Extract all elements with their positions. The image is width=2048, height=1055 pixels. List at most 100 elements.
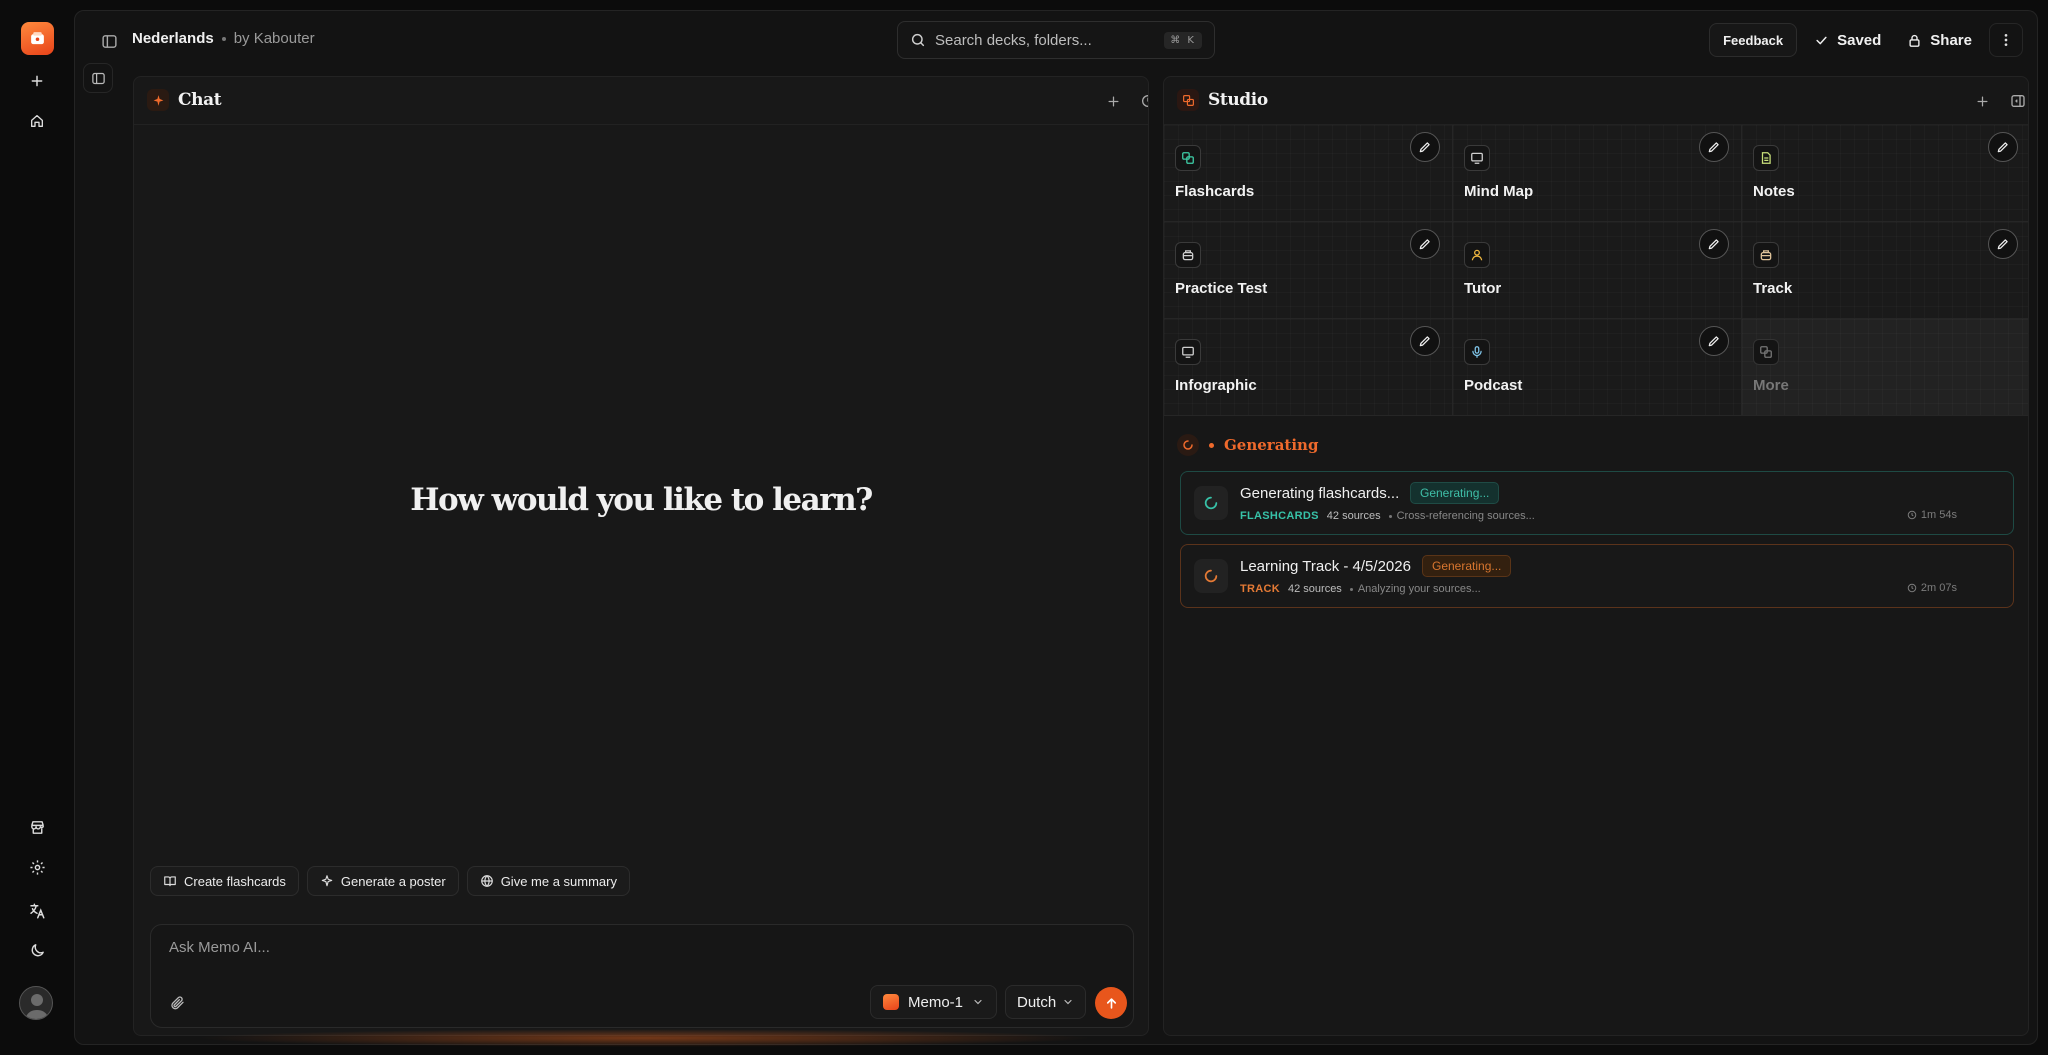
store-icon[interactable] <box>21 811 53 843</box>
chevron-down-icon <box>972 996 984 1008</box>
pencil-icon[interactable] <box>1410 229 1440 259</box>
avatar[interactable] <box>19 986 53 1020</box>
job-note: Analyzing your sources... <box>1350 583 1481 595</box>
tool-notes[interactable]: Notes <box>1742 125 2028 222</box>
document-title[interactable]: Nederlands <box>132 30 214 47</box>
tool-more[interactable]: More <box>1742 319 2028 416</box>
top-bar: Nederlands by Kabouter ⌘ K Feedback Save… <box>75 11 2037 69</box>
globe-icon <box>480 874 494 888</box>
studio-tools-grid: Flashcards Mind Map Notes Practice Test … <box>1164 125 2028 416</box>
pencil-icon[interactable] <box>1410 132 1440 162</box>
studio-title: Studio <box>1208 90 1268 110</box>
search-bar[interactable]: ⌘ K <box>897 21 1215 59</box>
arrow-up-icon <box>1104 996 1119 1011</box>
tool-tutor[interactable]: Tutor <box>1453 222 1742 319</box>
pencil-icon[interactable] <box>1699 229 1729 259</box>
pencil-icon[interactable] <box>1699 132 1729 162</box>
search-icon <box>910 32 926 48</box>
search-input[interactable] <box>935 31 1156 49</box>
tool-label: Podcast <box>1464 377 1523 394</box>
tool-infographic[interactable]: Infographic <box>1164 319 1453 416</box>
tool-mind-map[interactable]: Mind Map <box>1453 125 1742 222</box>
cards-icon <box>1753 339 1779 365</box>
breadcrumb-separator <box>221 36 226 41</box>
moon-icon[interactable] <box>21 934 53 966</box>
chat-title: Chat <box>178 90 222 110</box>
notes-icon <box>1753 145 1779 171</box>
send-button[interactable] <box>1095 987 1127 1019</box>
clock-icon <box>1907 583 1917 593</box>
studio-header: Studio <box>1164 77 2028 125</box>
breadcrumb: Nederlands by Kabouter <box>132 30 315 47</box>
chat-input[interactable] <box>169 939 1069 965</box>
share-button[interactable]: Share <box>1898 23 1981 57</box>
studio-plus-icon[interactable] <box>1971 90 1993 112</box>
gear-icon[interactable] <box>21 851 53 883</box>
model-name: Memo-1 <box>908 993 964 1011</box>
monitor-icon <box>1175 339 1201 365</box>
sparkle-icon <box>320 874 334 888</box>
job-card[interactable]: Learning Track - 4/5/2026 Generating... … <box>1180 544 2014 608</box>
tool-flashcards[interactable]: Flashcards <box>1164 125 1453 222</box>
collapse-panel-icon[interactable] <box>2007 90 2028 112</box>
suggestion-create-flashcards[interactable]: Create flashcards <box>150 866 299 896</box>
saved-indicator[interactable]: Saved <box>1805 23 1890 57</box>
job-elapsed-value: 1m 54s <box>1920 509 1957 521</box>
track-icon <box>1753 242 1779 268</box>
test-icon <box>1175 242 1201 268</box>
home-icon[interactable] <box>21 105 53 137</box>
tool-practice-test[interactable]: Practice Test <box>1164 222 1453 319</box>
more-options-icon[interactable] <box>1989 23 2023 57</box>
pencil-icon[interactable] <box>1988 132 2018 162</box>
job-elapsed: 2m 07s <box>1907 582 1957 594</box>
tool-label: More <box>1753 377 1789 394</box>
language-selector[interactable]: Dutch <box>1005 985 1087 1019</box>
lock-icon <box>1907 33 1922 48</box>
person-icon <box>1464 242 1490 268</box>
tool-podcast[interactable]: Podcast <box>1453 319 1742 416</box>
history-clock-icon[interactable] <box>1137 90 1148 112</box>
translate-icon[interactable] <box>21 895 53 927</box>
new-plus-icon[interactable] <box>21 65 53 97</box>
tool-label: Flashcards <box>1175 183 1255 200</box>
model-selector[interactable]: Memo-1 <box>870 985 998 1019</box>
generating-label: Generating <box>1224 436 1319 454</box>
chat-composer: Memo-1 Dutch <box>150 924 1134 1028</box>
cards-icon <box>1175 145 1201 171</box>
tool-label: Track <box>1753 280 1793 297</box>
status-dot <box>1209 442 1214 448</box>
new-chat-plus-icon[interactable] <box>1102 90 1124 112</box>
main-frame: Nederlands by Kabouter ⌘ K Feedback Save… <box>74 10 2038 1047</box>
status-badge: Generating... <box>1410 482 1500 504</box>
pencil-icon[interactable] <box>1699 326 1729 356</box>
pencil-icon[interactable] <box>1410 326 1440 356</box>
job-title: Learning Track - 4/5/2026 <box>1240 558 1411 575</box>
tool-label: Mind Map <box>1464 183 1534 200</box>
suggestion-summary[interactable]: Give me a summary <box>466 866 630 896</box>
job-title: Generating flashcards... <box>1240 485 1400 502</box>
document-author: by Kabouter <box>233 30 315 47</box>
panel-toggle-icon[interactable] <box>83 63 113 93</box>
tool-label: Tutor <box>1464 280 1502 297</box>
paperclip-icon[interactable] <box>165 991 189 1015</box>
feedback-button[interactable]: Feedback <box>1709 23 1798 57</box>
job-meta: FLASHCARDS 42 sources Cross-referencing … <box>1240 510 1535 522</box>
job-type: FLASHCARDS <box>1240 510 1319 522</box>
tool-label: Notes <box>1753 183 1795 200</box>
sidebar-toggle-icon[interactable] <box>97 29 121 53</box>
tool-track[interactable]: Track <box>1742 222 2028 319</box>
job-sources: 42 sources <box>1326 510 1381 522</box>
generating-header: Generating <box>1177 434 1318 456</box>
app-logo[interactable] <box>21 22 54 55</box>
tool-label: Practice Test <box>1175 280 1268 297</box>
job-sources: 42 sources <box>1288 583 1342 595</box>
check-icon <box>1814 33 1829 48</box>
job-card[interactable]: Generating flashcards... Generating... F… <box>1180 471 2014 535</box>
model-logo-icon <box>883 994 899 1010</box>
suggestion-label: Generate a poster <box>340 873 446 889</box>
suggestion-generate-poster[interactable]: Generate a poster <box>306 866 459 896</box>
spinner-icon <box>1194 559 1228 593</box>
left-rail <box>0 0 74 1055</box>
pencil-icon[interactable] <box>1988 229 2018 259</box>
job-type: TRACK <box>1240 583 1280 595</box>
